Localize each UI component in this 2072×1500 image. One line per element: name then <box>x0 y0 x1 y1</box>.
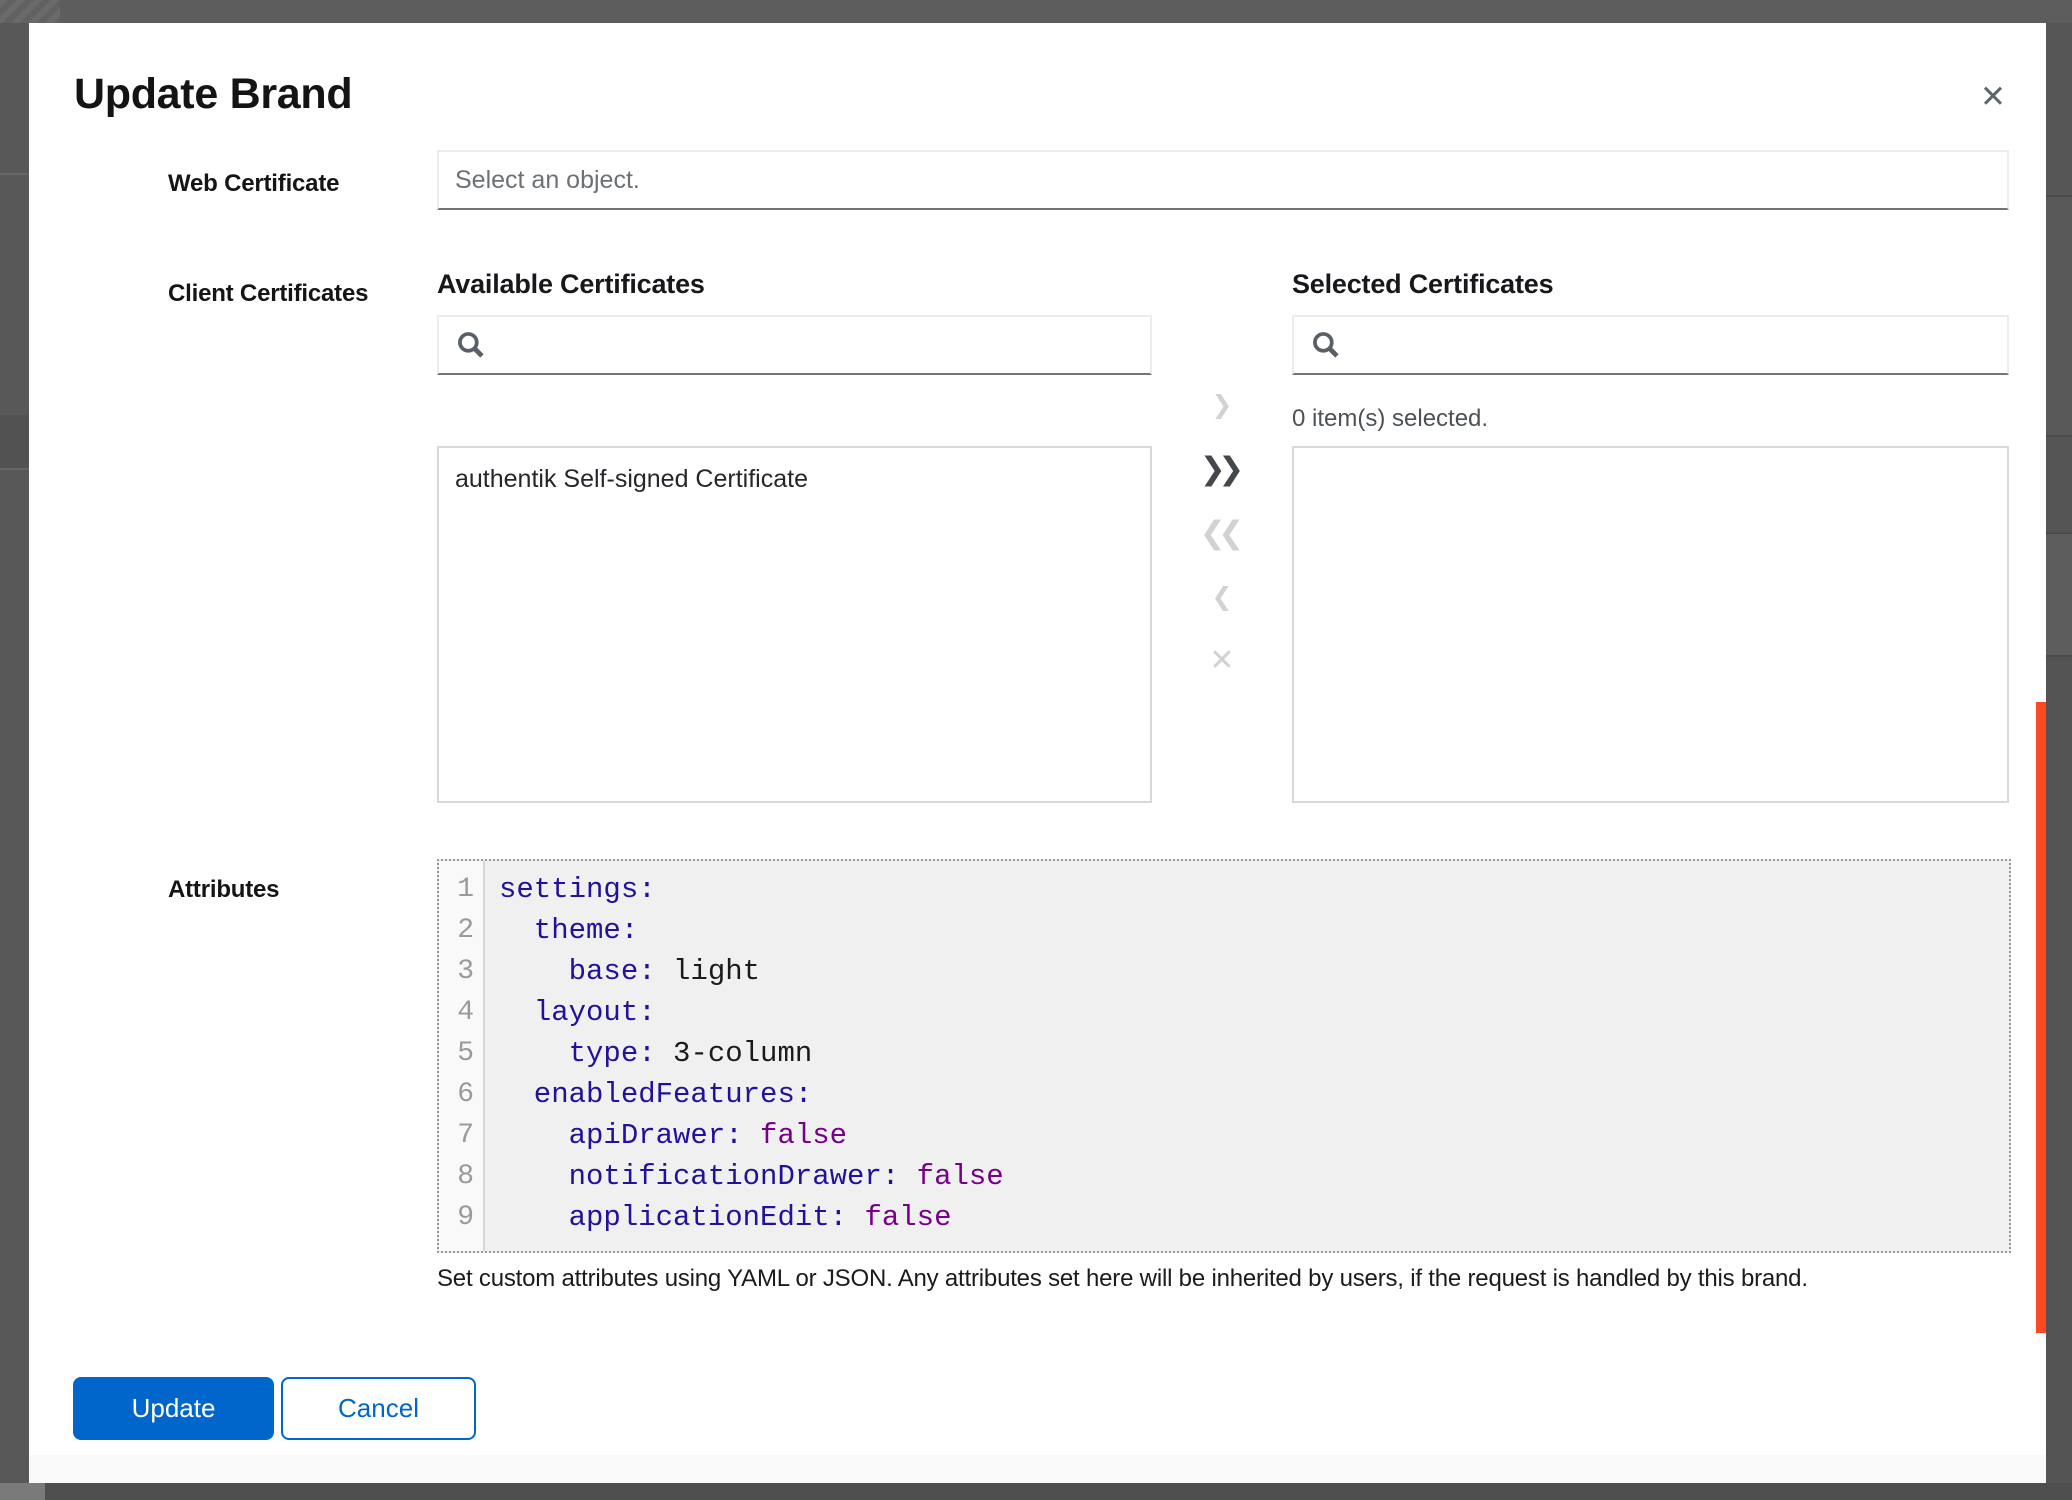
page-scrollbar-thumb[interactable] <box>2036 702 2046 1333</box>
code-line: enabledFeatures: <box>499 1074 1004 1115</box>
code-line: applicationEdit: false <box>499 1197 1004 1238</box>
selected-certificates-list[interactable] <box>1292 446 2009 803</box>
web-certificate-select[interactable] <box>437 150 2009 210</box>
transfer-controls: ❯❯❯❮❮❮✕ <box>1192 383 1252 703</box>
code-line: notificationDrawer: false <box>499 1156 1004 1197</box>
attributes-help-text: Set custom attributes using YAML or JSON… <box>437 1264 2037 1294</box>
line-number: 4 <box>439 992 483 1033</box>
underlying-header-band <box>0 0 2072 23</box>
close-button[interactable]: ✕ <box>1965 71 2021 123</box>
code-line: apiDrawer: false <box>499 1115 1004 1156</box>
search-icon <box>1294 329 1342 361</box>
clear-selection-button[interactable]: ✕ <box>1192 639 1252 683</box>
selected-certificates-heading: Selected Certificates <box>1292 267 1553 301</box>
underlying-bottom-left-block <box>0 1483 45 1500</box>
move-all-to-right-button[interactable]: ❯❯ <box>1192 447 1252 491</box>
line-number: 7 <box>439 1115 483 1156</box>
underlying-left-strip <box>0 23 29 1483</box>
update-button[interactable]: Update <box>73 1377 274 1440</box>
available-search-input[interactable] <box>487 317 1150 373</box>
search-icon <box>439 329 487 361</box>
line-number: 2 <box>439 910 483 951</box>
available-certificates-heading: Available Certificates <box>437 267 705 301</box>
available-certificates-list[interactable]: authentik Self-signed Certificate <box>437 446 1152 803</box>
line-number: 6 <box>439 1074 483 1115</box>
web-certificate-label: Web Certificate <box>168 169 339 199</box>
client-certificates-label: Client Certificates <box>168 279 368 309</box>
line-number: 1 <box>439 869 483 910</box>
underlying-logo-area <box>0 0 60 23</box>
line-number: 9 <box>439 1197 483 1238</box>
selected-search-input[interactable] <box>1342 317 2007 373</box>
code-lines[interactable]: settings: theme: base: light layout: typ… <box>485 861 1004 1251</box>
move-all-to-left-button[interactable]: ❮❮ <box>1192 511 1252 555</box>
move-selected-to-left-button[interactable]: ❮ <box>1192 575 1252 619</box>
code-line: base: light <box>499 951 1004 992</box>
underlying-right-strip <box>2046 23 2072 1483</box>
certificate-item[interactable]: authentik Self-signed Certificate <box>439 448 1150 495</box>
code-line: type: 3-column <box>499 1033 1004 1074</box>
modal-title: Update Brand <box>74 69 352 119</box>
code-line: settings: <box>499 869 1004 910</box>
available-search-box[interactable] <box>437 315 1152 375</box>
underlying-bottom-strip <box>0 1483 2072 1500</box>
attributes-label: Attributes <box>168 875 279 905</box>
move-selected-to-right-button[interactable]: ❯ <box>1192 383 1252 427</box>
line-number: 5 <box>439 1033 483 1074</box>
code-gutter: 123456789 <box>439 861 485 1251</box>
line-number: 8 <box>439 1156 483 1197</box>
modal-footer-band <box>29 1455 2046 1483</box>
selected-count-status: 0 item(s) selected. <box>1292 404 1488 434</box>
close-icon: ✕ <box>1980 79 2006 115</box>
code-line: theme: <box>499 910 1004 951</box>
web-certificate-input[interactable] <box>439 152 2007 208</box>
line-number: 3 <box>439 951 483 992</box>
code-line: layout: <box>499 992 1004 1033</box>
cancel-button[interactable]: Cancel <box>281 1377 476 1440</box>
attributes-code-editor[interactable]: 123456789 settings: theme: base: light l… <box>437 859 2011 1253</box>
selected-search-box[interactable] <box>1292 315 2009 375</box>
update-brand-modal: Update Brand ✕ Web Certificate Client Ce… <box>29 23 2046 1483</box>
